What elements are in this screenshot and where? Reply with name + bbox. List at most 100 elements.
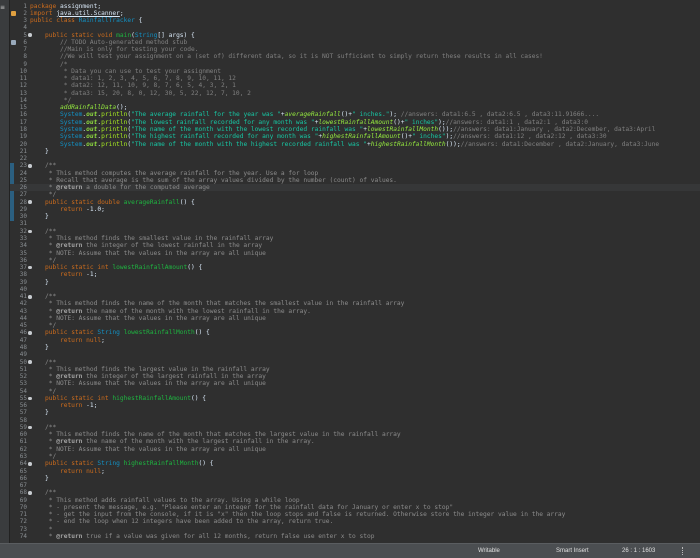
code-line[interactable]: 11 * data1: 1, 2, 3, 4, 5, 6, 7, 8, 9, 1… (10, 75, 700, 82)
code-token: System (59, 111, 83, 119)
code-text: */ (30, 191, 57, 198)
writable-status: Writable (478, 548, 500, 554)
code-line[interactable]: 35 * NOTE: Assume that the values in the… (10, 250, 700, 257)
code-line[interactable]: 40 (10, 286, 700, 293)
code-line[interactable]: 28 public static double averageRainfall(… (10, 199, 700, 206)
code-line[interactable]: 48 } (10, 344, 700, 351)
code-line[interactable]: 52 * @return the integer of the largest … (10, 373, 700, 380)
code-line[interactable]: 53 * NOTE: Assume that the values in the… (10, 380, 700, 387)
code-line[interactable]: 33 * This method finds the smallest valu… (10, 235, 700, 242)
code-line[interactable]: 24 * This method computes the average ra… (10, 170, 700, 177)
code-line[interactable]: 32 /** (10, 228, 700, 235)
code-line[interactable]: 39 } (10, 279, 700, 286)
line-number: 14 (19, 96, 27, 104)
line-number: 15 (19, 104, 27, 112)
code-line[interactable]: 50 /** (10, 359, 700, 366)
task-icon[interactable] (11, 39, 16, 45)
code-line[interactable]: 22 (10, 155, 700, 162)
code-line[interactable]: 63 */ (10, 453, 700, 460)
code-line[interactable]: 61 * @return the name of the month with … (10, 438, 700, 445)
code-line[interactable]: 12 * data2: 12, 11, 10, 9, 8, 7, 6, 5, 4… (10, 82, 700, 89)
code-line[interactable]: 21 } (10, 148, 700, 155)
code-line[interactable]: 73 * (10, 526, 700, 533)
code-line[interactable]: 1 package assignment; (10, 3, 700, 10)
code-token: public class (30, 17, 75, 25)
code-line[interactable]: 71 * - get the input from the console, i… (10, 511, 700, 518)
code-token: package (30, 2, 57, 10)
code-line[interactable]: 36 */ (10, 257, 700, 264)
code-line[interactable]: 4 (10, 24, 700, 31)
code-line[interactable]: 27 */ (10, 191, 700, 198)
code-line[interactable]: 59 /** (10, 424, 700, 431)
code-line[interactable]: 16 System.out.println("The average rainf… (10, 111, 700, 118)
code-line[interactable]: 70 * - present the message, e.g. "Please… (10, 504, 700, 511)
code-line[interactable]: 37 public static int lowestRainfallAmoun… (10, 264, 700, 271)
code-line[interactable]: 43 * @return the name of the month with … (10, 308, 700, 315)
code-token: ; (101, 336, 105, 344)
code-line[interactable]: 2 import java.util.Scanner; (10, 10, 700, 17)
code-line[interactable]: 51 * This method finds the largest value… (10, 366, 700, 373)
code-line[interactable]: 26 * @return a double for the computed a… (10, 184, 700, 192)
code-line[interactable]: 20 System.out.println("The name of the m… (10, 141, 700, 148)
code-line[interactable]: 10 * Data you can use to test your assig… (10, 68, 700, 75)
code-text: /** (30, 228, 56, 235)
code-line[interactable]: 55 public static int highestRainfallAmou… (10, 395, 700, 402)
code-line[interactable]: 5 public static void main(String[] args)… (10, 32, 700, 39)
insert-mode-status[interactable]: Smart Insert (556, 548, 589, 554)
code-token: -1; (82, 402, 98, 410)
code-line[interactable]: 47 return null; (10, 337, 700, 344)
code-line[interactable]: 9 /* (10, 61, 700, 68)
code-line[interactable]: 66 } (10, 475, 700, 482)
code-token: a double for the computed average (82, 184, 210, 192)
side-panel-edge: ≡ (0, 0, 10, 543)
code-line[interactable]: 13 * data3: 15, 20, 8, 0, 12, 30, 5, 22,… (10, 90, 700, 97)
warning-bookmark-icon[interactable] (11, 10, 16, 16)
code-line[interactable]: 6 // TODO Auto-generated method stub (10, 39, 700, 46)
code-text: * @return the integer of the lowest rain… (30, 242, 262, 249)
code-token: * (30, 438, 57, 446)
code-line[interactable]: 3 public class RainfallTracker { (10, 17, 700, 24)
code-line[interactable]: 38 return -1; (10, 271, 700, 278)
code-line[interactable]: 8 //We will test your assignment on a (s… (10, 53, 700, 60)
code-token: System (59, 118, 83, 126)
code-line[interactable]: 23 /** (10, 162, 700, 169)
code-token: return (59, 205, 83, 213)
code-line[interactable]: 7 //Main is only for testing your code. (10, 46, 700, 53)
code-line[interactable]: 17 System.out.println("The lowest rainfa… (10, 119, 700, 126)
code-editor[interactable]: 1 package assignment; 2 import java.util.Sc… (10, 3, 700, 543)
code-line[interactable]: 57 } (10, 409, 700, 416)
code-line[interactable]: 69 * This method adds rainfall values to… (10, 497, 700, 504)
code-line[interactable]: 58 (10, 417, 700, 424)
code-line[interactable]: 31 (10, 220, 700, 227)
code-token: */ (30, 387, 57, 395)
code-line[interactable]: 30 } (10, 213, 700, 220)
status-menu-handle[interactable] (682, 547, 685, 555)
code-line[interactable]: 34 * @return the integer of the lowest r… (10, 242, 700, 249)
code-line[interactable]: 25 * Recall that average is the sum of t… (10, 177, 700, 184)
code-line[interactable]: 44 * NOTE: Assume that the values in the… (10, 315, 700, 322)
code-line[interactable]: 19 System.out.println("The highest rainf… (10, 133, 700, 140)
code-token: String (97, 460, 120, 468)
code-text: public static String lowestRainfallMonth… (30, 329, 210, 336)
code-line[interactable]: 41 /** (10, 293, 700, 300)
code-line[interactable]: 67 (10, 482, 700, 489)
code-line[interactable]: 54 */ (10, 388, 700, 395)
code-line[interactable]: 29 return -1.0; (10, 206, 700, 213)
code-line[interactable]: 46 public static String lowestRainfallMo… (10, 329, 700, 336)
code-token: public static double (44, 198, 120, 206)
code-line[interactable]: 65 return null; (10, 468, 700, 475)
code-line[interactable]: 42 * This method finds the name of the m… (10, 300, 700, 307)
code-line[interactable]: 64 public static String highestRainfallM… (10, 460, 700, 467)
code-line[interactable]: 74 * @return true if a value was given f… (10, 533, 700, 540)
code-line[interactable]: 56 return -1; (10, 402, 700, 409)
code-token: return (59, 271, 83, 279)
code-line[interactable]: 49 (10, 351, 700, 358)
code-line[interactable]: 68 /** (10, 489, 700, 496)
menu-icon[interactable]: ≡ (0, 4, 5, 11)
code-line[interactable]: 72 * - end the loop when 12 integers hav… (10, 518, 700, 525)
code-line[interactable]: 45 */ (10, 322, 700, 329)
code-line[interactable]: 60 * This method finds the name of the m… (10, 431, 700, 438)
code-line[interactable]: 62 * NOTE: Assume that the values in the… (10, 446, 700, 453)
code-token: return null (59, 467, 102, 475)
